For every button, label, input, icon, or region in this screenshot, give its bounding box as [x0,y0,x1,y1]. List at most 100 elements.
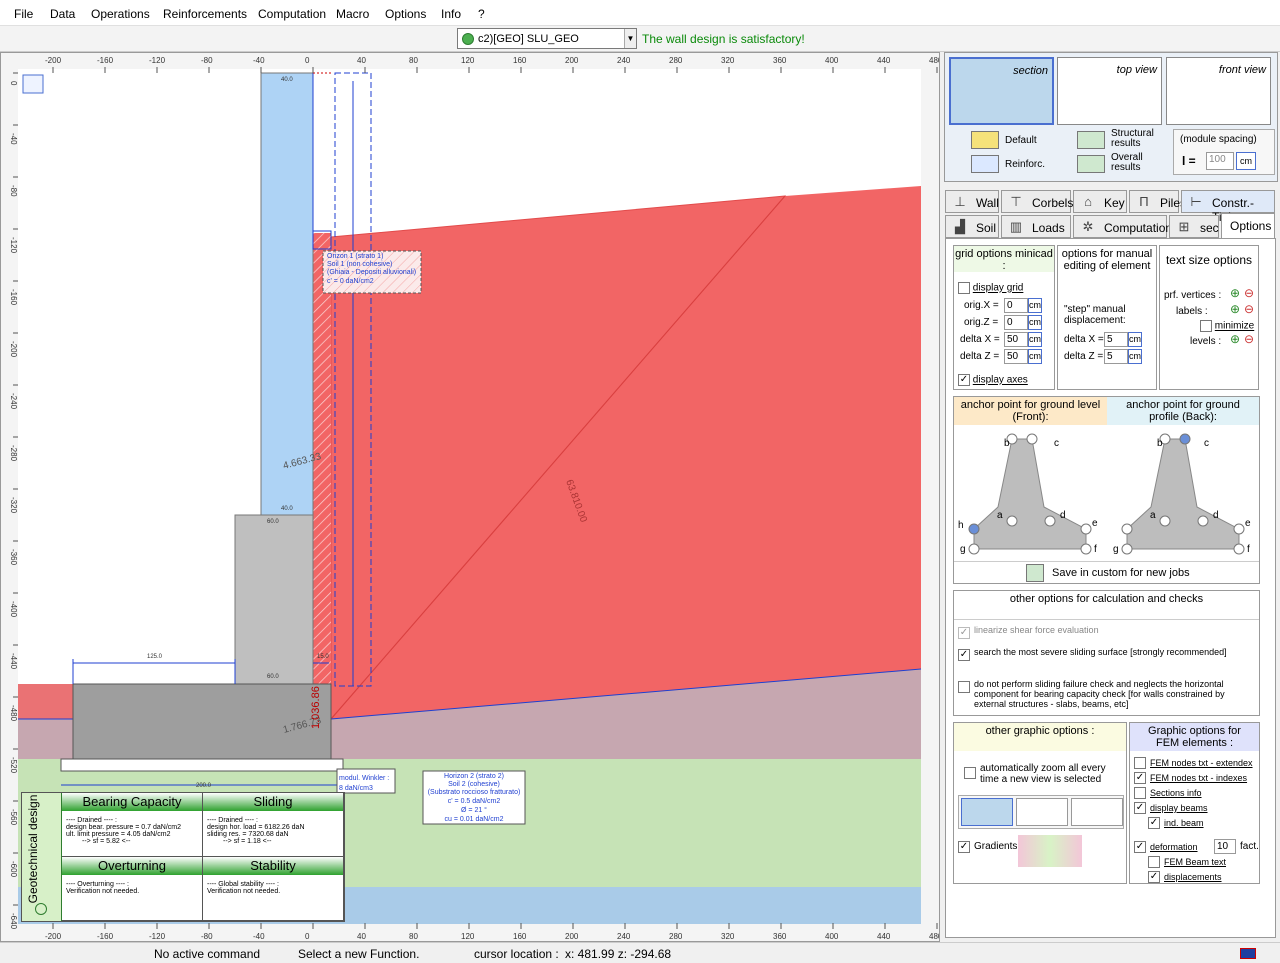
fem-option-checkbox[interactable] [1134,787,1146,799]
grid-row-input[interactable]: 50 [1004,349,1028,364]
fem-option-checkbox[interactable] [1134,757,1146,769]
fem-option-checkbox[interactable]: ✓ [1134,802,1146,814]
module-spacing-input[interactable]: 100 [1206,152,1234,170]
fem-option-checkbox[interactable]: ✓ [1134,772,1146,784]
soil2-label-line: cu = 0.01 daN/cm2 [445,816,504,823]
language-flag-icon[interactable] [1240,948,1256,959]
calc-option-checkbox[interactable]: ✓ [958,649,970,661]
ruler-tick-label: -600 [9,861,18,878]
menu-file[interactable]: File [14,7,33,21]
manual-row-label: delta Z = [1064,351,1104,362]
tab-loads[interactable]: ▥ Loads [1001,215,1071,238]
display-axes-option[interactable]: ✓ display axes [958,374,1028,386]
display-grid-checkbox[interactable] [958,282,970,294]
menu-info[interactable]: Info [441,7,461,21]
tab-constr-tieb[interactable]: ⊢Constr.-Tieb. [1181,190,1275,224]
view-top[interactable]: top view [1057,57,1162,125]
fem-option-checkbox[interactable]: ✓ [1148,871,1160,883]
tab-key[interactable]: ⌂ Key [1073,190,1127,213]
tab-corbels[interactable]: ⊤ Corbels [1001,190,1073,213]
menu-operations[interactable]: Operations [91,7,150,21]
tab-piles[interactable]: Π Piles [1129,190,1186,213]
tab-sec[interactable]: ⊞ sec [1169,215,1219,238]
geo-card: Overturning ---- Overturning ---- : Verifi… [62,857,203,921]
manual-row-input[interactable]: 5 [1104,349,1128,364]
menu-reinforcements[interactable]: Reinforcements [163,7,247,21]
fem-option-checkbox[interactable]: ✓ [1134,841,1146,853]
view-section[interactable]: section [949,57,1054,125]
wall-lower-stem[interactable] [234,514,314,685]
anchor-point-label: e [1092,518,1098,529]
overall-results-icon[interactable] [1077,155,1105,173]
module-spacing-box: (module spacing) l = 100 cm [1173,129,1275,175]
grid-row-input[interactable]: 0 [1004,315,1028,330]
minimize-option[interactable]: minimize [1200,320,1254,332]
load-combination-select[interactable]: c2)[GEO] SLU_GEO ▼ [457,28,637,49]
save-check-icon[interactable] [1026,564,1044,582]
other-graphic-options-box: other graphic options : automatically zo… [953,722,1127,884]
ruler-tick-label: 400 [825,932,839,941]
zoom-out-icon[interactable]: ⊖ [1244,332,1254,346]
zoom-in-icon[interactable]: ⊕ [1230,286,1240,300]
ruler-tick-label: -120 [9,237,18,254]
deformation-factor-input[interactable]: 10 [1214,839,1236,854]
status-bar: No active command Select a new Function.… [0,942,1280,963]
display-axes-checkbox[interactable]: ✓ [958,374,970,386]
ruler-tick-label: 440 [877,932,891,941]
grid-row-input[interactable]: 0 [1004,298,1028,313]
thumb-top[interactable] [1016,798,1068,826]
calc-option-checkbox[interactable]: ✓ [958,627,970,639]
geo-card-line: design hor. load = 6182.26 daN [207,824,305,831]
tab-computation[interactable]: ✲ Computation [1073,215,1172,238]
minimize-checkbox[interactable] [1200,320,1212,332]
auto-zoom-checkbox[interactable] [964,767,976,779]
calc-option-checkbox[interactable] [958,681,970,693]
menu-help[interactable]: ? [478,7,485,21]
ruler-tick-label: -120 [149,932,166,941]
view-front[interactable]: front view [1166,57,1271,125]
zoom-in-icon[interactable]: ⊕ [1230,332,1240,346]
ruler-tick-label: 0 [305,56,310,65]
display-grid-option[interactable]: display grid [958,282,1023,294]
tab-options[interactable]: Options [1221,213,1275,238]
soil2-label-line: Soil 2 (cohesive) [448,781,500,788]
anchor-point-label: g [960,544,966,555]
wall-stem[interactable] [260,72,314,516]
default-view-icon[interactable] [971,131,999,149]
zoom-out-icon[interactable]: ⊖ [1244,302,1254,316]
fem-option-checkbox[interactable] [1148,856,1160,868]
structural-results-icon[interactable] [1077,131,1105,149]
tieback-icon: ⊢ [1190,194,1202,209]
menu-data[interactable]: Data [50,7,75,21]
tab-label: Options [1230,219,1272,233]
gradients-checkbox[interactable]: ✓ [958,841,970,853]
menu-macro[interactable]: Macro [336,7,369,21]
calc-option-label: do not perform sliding failure check and… [974,679,1225,709]
drawing-canvas[interactable]: 40.0 40.0 60.0 60.0 125.0 15.0 200.0 4.6… [0,52,940,942]
tab-soil[interactable]: ▟ Soil [945,215,999,238]
gradient-preview [1018,835,1082,867]
auto-zoom-label[interactable]: automatically zoom all every time a new … [980,763,1120,785]
grid-row-input[interactable]: 50 [1004,332,1028,347]
save-custom-button[interactable]: Save in custom for new jobs [1052,567,1190,579]
tab-label: Wall [976,196,999,210]
chevron-down-icon[interactable]: ▼ [624,29,636,48]
zoom-out-icon[interactable]: ⊖ [1244,286,1254,300]
ruler-tick-label: 160 [513,56,527,65]
anchor-diagrams[interactable]: b c a d h e g f b c a d e g f [954,425,1259,559]
tab-wall[interactable]: ⊥ Wall [945,190,999,213]
thumb-front[interactable] [1071,798,1123,826]
menu-computation[interactable]: Computation [258,7,326,21]
grid-row-label: delta X = [960,334,1000,345]
display-grid-label: display grid [972,282,1024,294]
reinforc-view-icon[interactable] [971,155,999,173]
manual-row-input[interactable]: 5 [1104,332,1128,347]
menu-options[interactable]: Options [385,7,426,21]
thumb-section[interactable] [961,798,1013,826]
fem-option-checkbox[interactable]: ✓ [1148,817,1160,829]
geo-card-title: Stability [203,857,343,875]
dim-label: 40.0 [281,77,293,83]
ruler-tick-label: -280 [9,445,18,462]
zoom-in-icon[interactable]: ⊕ [1230,302,1240,316]
zoom-extents-icon[interactable] [22,74,44,94]
